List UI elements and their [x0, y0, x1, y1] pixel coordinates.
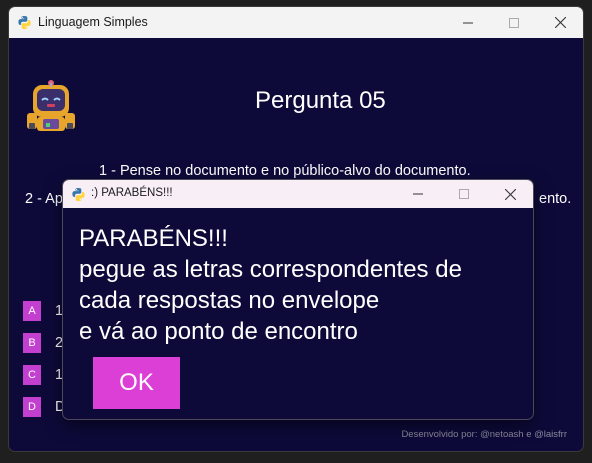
ok-button[interactable]: OK — [93, 357, 180, 409]
dialog-maximize-button[interactable] — [441, 180, 487, 208]
option-b-text: 2 — [55, 335, 64, 351]
close-icon — [554, 17, 566, 28]
dialog-message-line: e vá ao ponto de encontro — [79, 318, 358, 345]
maximize-button[interactable] — [491, 7, 537, 38]
option-b-button[interactable]: B — [23, 333, 41, 353]
option-c-text: 1 — [55, 367, 64, 383]
close-button[interactable] — [537, 7, 583, 38]
robot-mascot-icon — [27, 80, 75, 131]
instruction-2: 2 - Ap ento. — [25, 191, 571, 207]
instruction-1: 1 - Pense no documento e no público-alvo… — [99, 163, 471, 179]
main-titlebar[interactable]: Linguagem Simples — [9, 7, 583, 38]
option-a-button[interactable]: A — [23, 301, 41, 321]
dialog-close-button[interactable] — [487, 180, 533, 208]
dialog-minimize-button[interactable] — [395, 180, 441, 208]
minimize-icon — [463, 22, 473, 23]
close-icon — [504, 188, 516, 200]
option-a-text: 1 — [55, 303, 64, 319]
minimize-icon — [413, 193, 423, 195]
python-icon — [18, 15, 31, 30]
instruction-2-end: ento. — [539, 191, 572, 207]
question-title: Pergunta 05 — [255, 87, 386, 114]
minimize-button[interactable] — [445, 7, 491, 38]
option-d-button[interactable]: D — [23, 397, 41, 417]
dialog-titlebar[interactable]: :) PARABÉNS!!! — [63, 180, 533, 208]
footer-credits: Desenvolvido por: @netoash e @laisfrr — [401, 429, 567, 440]
window-title: Linguagem Simples — [38, 15, 148, 29]
dialog-message-line: pegue as letras correspondentes de — [79, 256, 462, 283]
dialog-message: PARABÉNS!!! pegue as letras corresponden… — [79, 223, 462, 347]
dialog-title: :) PARABÉNS!!! — [91, 187, 173, 199]
congrats-dialog: :) PARABÉNS!!! PARABÉNS!!! pegue as letr… — [63, 180, 533, 419]
maximize-icon — [509, 17, 519, 28]
maximize-icon — [459, 189, 469, 199]
option-c-button[interactable]: C — [23, 365, 41, 385]
instruction-2-start: 2 - Ap — [25, 191, 63, 207]
dialog-message-line: cada respostas no envelope — [79, 287, 380, 314]
python-icon — [72, 187, 85, 202]
dialog-message-line: PARABÉNS!!! — [79, 225, 228, 252]
